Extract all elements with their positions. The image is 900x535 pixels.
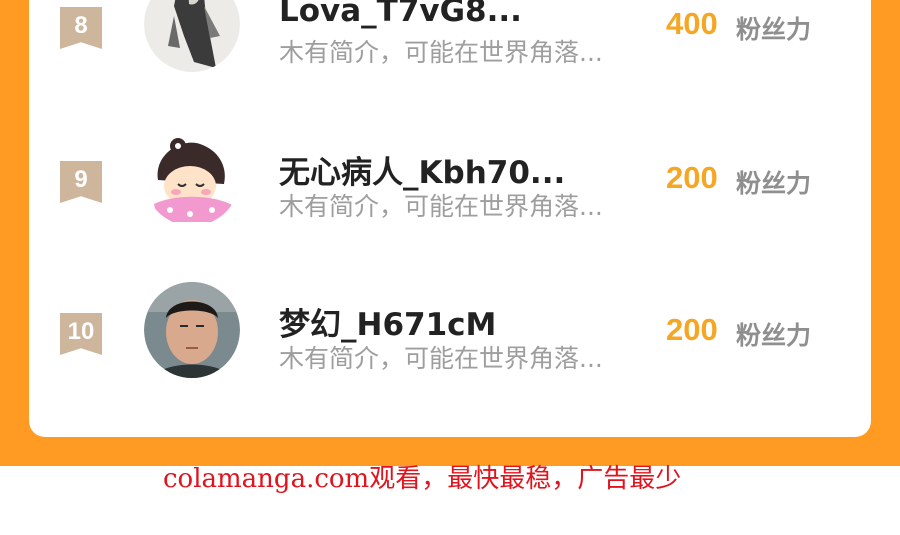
user-name[interactable]: Lova_T7vG8... bbox=[279, 0, 522, 29]
fans-count: 200 bbox=[666, 160, 718, 195]
rank-badge: 10 bbox=[60, 313, 102, 355]
fans-label: 粉丝力 bbox=[736, 321, 812, 350]
user-name[interactable]: 梦幻_H671cM bbox=[279, 299, 496, 344]
avatar-image bbox=[144, 0, 240, 72]
avatar-image bbox=[144, 282, 240, 378]
ranking-row[interactable]: 10 梦幻_H671cM 木有简介，可能在世界角落... 200 粉丝力 bbox=[29, 282, 871, 392]
rank-number: 9 bbox=[74, 166, 88, 193]
fans-count: 200 bbox=[666, 312, 718, 347]
fans-count: 400 bbox=[666, 6, 718, 41]
fan-ranking-card: 8 Lova_T7vG8... 木有简介，可能在世界角落... 400 粉丝力 … bbox=[29, 0, 871, 437]
avatar[interactable] bbox=[144, 282, 240, 378]
fans-label: 粉丝力 bbox=[736, 15, 812, 44]
ranking-row[interactable]: 8 Lova_T7vG8... 木有简介，可能在世界角落... 400 粉丝力 bbox=[29, 0, 871, 86]
user-bio: 木有简介，可能在世界角落... bbox=[279, 192, 603, 221]
ranking-row[interactable]: 9 无心病人_Kbh70... 木有简介，可能在世界角落... 200 粉丝力 bbox=[29, 130, 871, 240]
rank-badge: 9 bbox=[60, 161, 102, 203]
user-bio: 木有简介，可能在世界角落... bbox=[279, 344, 603, 373]
avatar[interactable] bbox=[144, 130, 240, 226]
avatar-image bbox=[144, 130, 240, 226]
rank-number: 8 bbox=[74, 12, 88, 39]
user-bio: 木有简介，可能在世界角落... bbox=[279, 38, 603, 67]
fans-label: 粉丝力 bbox=[736, 169, 812, 198]
rank-number: 10 bbox=[67, 318, 95, 345]
avatar[interactable] bbox=[144, 0, 240, 72]
user-name[interactable]: 无心病人_Kbh70... bbox=[279, 147, 565, 192]
rank-badge: 8 bbox=[60, 7, 102, 49]
watermark-text: colamanga.com观看，最快最稳，广告最少 bbox=[163, 464, 682, 494]
